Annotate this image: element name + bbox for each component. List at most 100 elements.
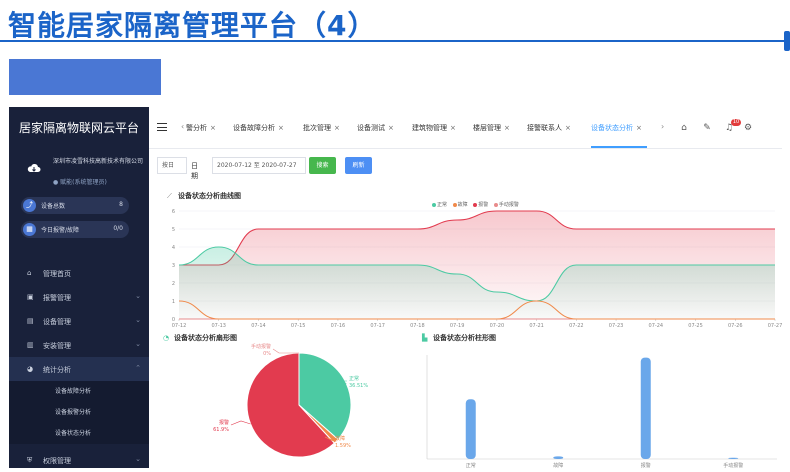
edit-icon[interactable]: ✎ xyxy=(702,123,712,133)
x-tick-label: 07-20 xyxy=(490,323,505,329)
tab-scroll-right-icon[interactable]: › xyxy=(661,122,664,131)
tab-fault-analysis[interactable]: 设备故障分析 × xyxy=(233,123,284,133)
pie-label-percent: 61.9% xyxy=(213,427,229,433)
tab-label: 设备故障分析 xyxy=(233,124,275,132)
tab-batch[interactable]: 批次管理 × xyxy=(303,123,340,133)
trend-icon: ⤴ xyxy=(23,199,36,212)
close-icon[interactable]: × xyxy=(504,124,510,132)
bar-正常 xyxy=(465,399,476,459)
close-icon[interactable]: × xyxy=(388,124,394,132)
tab-floor[interactable]: 楼层管理 × xyxy=(473,123,510,133)
x-tick-label: 07-18 xyxy=(410,323,425,329)
bar-category-label: 报警 xyxy=(641,462,651,468)
close-icon[interactable]: × xyxy=(450,124,456,132)
bar-故障 xyxy=(553,456,564,459)
pie-chart[interactable]: 手动报警0% 正常36.51% 故障1.59% 报警61.9% xyxy=(149,341,419,468)
x-tick-label: 07-12 xyxy=(172,323,187,329)
refresh-button[interactable]: 刷新 xyxy=(345,157,372,174)
close-icon[interactable]: × xyxy=(278,124,284,132)
app-window: 居家隔离物联网云平台 深圳市凌雪科技高新技术有限公司 ● 赋能(系统管理员) ⤴… xyxy=(9,107,782,468)
home-icon[interactable]: ⌂ xyxy=(679,123,689,133)
tab-label: 警分析 xyxy=(186,124,207,132)
sidebar-item-statistics[interactable]: ◕ 统计分析 ⌃ xyxy=(9,357,149,381)
tab-device-test[interactable]: 设备测试 × xyxy=(357,123,394,133)
tab-alarm-analysis[interactable]: 警分析 × xyxy=(186,123,216,133)
close-icon[interactable]: × xyxy=(210,124,216,132)
sidebar-item-home[interactable]: ⌂ 管理首页 xyxy=(9,261,149,285)
user-role[interactable]: ● 赋能(系统管理员) xyxy=(53,177,107,186)
submenu-alarm-analysis[interactable]: 设备报警分析 xyxy=(9,402,149,423)
bar-category-label: 故障 xyxy=(553,462,563,468)
x-tick-label: 07-25 xyxy=(688,323,703,329)
device-icon: ▤ xyxy=(27,317,34,325)
pie-label-percent: 36.51% xyxy=(349,383,368,389)
search-button[interactable]: 搜索 xyxy=(309,157,336,174)
calendar-icon: ▦ xyxy=(23,223,36,236)
close-icon[interactable]: × xyxy=(565,124,571,132)
tab-contacts[interactable]: 接警联系人 × xyxy=(527,123,571,133)
tab-building[interactable]: 建筑物管理 × xyxy=(412,123,456,133)
tab-label: 接警联系人 xyxy=(527,124,562,132)
bar-category-label: 手动报警 xyxy=(723,462,743,468)
alarm-icon: ▣ xyxy=(27,293,34,301)
device-count-stat[interactable]: ⤴ 设备总数 8 xyxy=(21,197,129,214)
alarm-fault-stat[interactable]: ▦ 今日报警/故障 0/0 xyxy=(21,221,129,238)
x-tick-label: 07-19 xyxy=(450,323,465,329)
stat-value: 0/0 xyxy=(113,225,123,232)
x-tick-label: 07-26 xyxy=(728,323,743,329)
chevron-down-icon: ⌄ xyxy=(135,455,141,463)
date-label: 日期 xyxy=(191,162,198,180)
bar-手动报警 xyxy=(728,457,739,459)
sidebar-item-alarm[interactable]: ▣ 报警管理 ⌄ xyxy=(9,285,149,309)
pie-label-name: 故障 xyxy=(335,435,345,442)
period-select[interactable]: 按日 xyxy=(157,157,187,174)
sidebar-item-label: 设备管理 xyxy=(43,318,71,326)
tab-scroll-left-icon[interactable]: ‹ xyxy=(181,122,184,131)
submenu-status-analysis[interactable]: 设备状态分析 xyxy=(9,423,149,444)
pie-label-line xyxy=(230,420,251,426)
y-tick-label: 2 xyxy=(172,281,175,287)
sidebar-item-permission[interactable]: ⛨ 权限管理 ⌄ xyxy=(9,448,149,472)
menu-toggle-icon[interactable] xyxy=(157,123,167,131)
chevron-up-icon: ⌃ xyxy=(135,364,141,372)
tab-label: 设备状态分析 xyxy=(591,124,633,132)
trend-icon: ⟋ xyxy=(167,192,172,200)
blue-banner-block xyxy=(9,59,161,95)
pie-label-name: 手动报警 xyxy=(251,343,271,350)
slide-title: 智能居家隔离管理平台（4） xyxy=(8,9,377,42)
x-tick-label: 07-23 xyxy=(609,323,624,329)
sidebar-item-install[interactable]: ▥ 安装管理 ⌄ xyxy=(9,333,149,357)
sidebar-item-device[interactable]: ▤ 设备管理 ⌄ xyxy=(9,309,149,333)
bar-chart[interactable]: 正常 故障 报警 手动报警 xyxy=(419,341,782,468)
tab-label: 批次管理 xyxy=(303,124,331,132)
pie-label-percent: 1.59% xyxy=(335,443,351,449)
stat-label: 今日报警/故障 xyxy=(41,227,80,234)
pie-icon: ◕ xyxy=(27,365,34,373)
pie-label-name: 报警 xyxy=(219,419,229,426)
close-icon[interactable]: × xyxy=(334,124,340,132)
sidebar: 居家隔离物联网云平台 深圳市凌雪科技高新技术有限公司 ● 赋能(系统管理员) ⤴… xyxy=(9,107,149,468)
sidebar-logo: 居家隔离物联网云平台 xyxy=(18,121,139,135)
tab-status-analysis[interactable]: 设备状态分析 × xyxy=(591,123,642,133)
main-content: ‹ 警分析 × 设备故障分析 × 批次管理 × 设备测试 × 建筑物管理 × 楼层管理 × … xyxy=(149,107,782,468)
line-chart[interactable]: 012345607-12 07-13 07-14 07-15 07-16 07-17 07-… xyxy=(149,202,782,332)
close-icon[interactable]: × xyxy=(636,124,642,132)
sidebar-item-label: 安装管理 xyxy=(43,342,71,350)
bar-报警 xyxy=(640,357,651,459)
y-tick-label: 3 xyxy=(172,263,175,269)
install-icon: ▥ xyxy=(27,341,34,349)
stat-label: 设备总数 xyxy=(41,203,66,210)
sidebar-item-label: 统计分析 xyxy=(43,366,71,374)
sidebar-item-label: 报警管理 xyxy=(43,294,71,302)
pie-label-name: 正常 xyxy=(349,375,359,382)
x-tick-label: 07-15 xyxy=(291,323,306,329)
sidebar-item-label: 管理首页 xyxy=(43,270,71,278)
submenu-fault-analysis[interactable]: 设备故障分析 xyxy=(9,381,149,402)
stat-value: 8 xyxy=(119,201,123,208)
bar-category-label: 正常 xyxy=(466,462,476,468)
date-range-input[interactable]: 2020-07-12 至 2020-07-27 xyxy=(212,157,306,174)
notification-badge: 10 xyxy=(731,119,741,126)
y-tick-label: 6 xyxy=(172,209,175,215)
tab-bar: ‹ 警分析 × 设备故障分析 × 批次管理 × 设备测试 × 建筑物管理 × 楼层管理 × … xyxy=(149,107,782,149)
settings-icon[interactable]: ⚙ xyxy=(743,123,753,133)
